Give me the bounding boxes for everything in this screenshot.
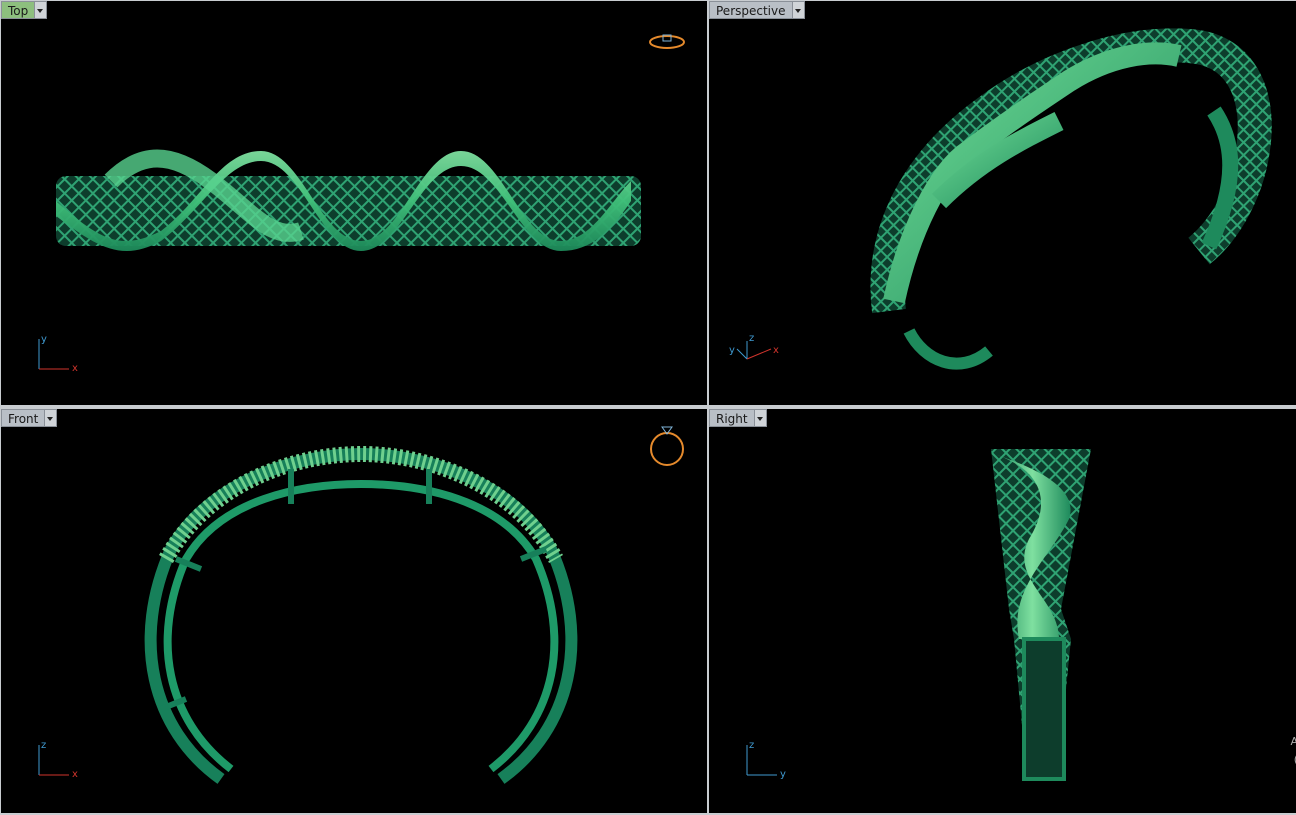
viewport-title: Front — [1, 409, 46, 427]
axis-label-a: z — [749, 333, 754, 344]
bracelet-right-model — [991, 449, 1091, 781]
viewport-menu-arrow-icon[interactable] — [35, 1, 48, 19]
viewport-menu-arrow-icon[interactable] — [754, 409, 767, 427]
axis-gizmo-icon: z y x — [729, 333, 779, 360]
axis-label-b: y — [729, 345, 735, 356]
ring-view-icon — [649, 34, 685, 49]
axis-label-a: z — [41, 740, 46, 751]
viewport-tab-perspective[interactable]: Perspective — [709, 1, 805, 19]
viewport-top[interactable]: Top y x — [1, 1, 707, 405]
viewport-tab-front[interactable]: Front — [1, 409, 58, 427]
axis-label-a: y — [41, 334, 47, 345]
axis-label-b: x — [72, 363, 78, 374]
bracelet-top-model — [56, 149, 641, 251]
clipped-edge-text: A — [1290, 735, 1296, 748]
top-view-scene: y x — [38, 34, 685, 374]
bracelet-perspective-model — [870, 28, 1272, 370]
viewport-perspective[interactable]: Perspective z y x — [709, 1, 1296, 405]
axis-gizmo-icon: z y — [746, 740, 786, 780]
right-view-scene: z y — [746, 449, 1091, 781]
viewport-front[interactable]: Front z x — [1, 409, 707, 813]
viewport-tab-right[interactable]: Right — [709, 409, 767, 427]
viewport-title: Top — [1, 1, 36, 19]
axis-gizmo-icon: y x — [38, 334, 78, 374]
viewport-right[interactable]: Right z y A ( — [709, 409, 1296, 813]
viewport-title: Right — [709, 409, 755, 427]
viewport-menu-arrow-icon[interactable] — [45, 409, 58, 427]
perspective-view-scene: z y x — [729, 28, 1272, 370]
axis-gizmo-icon: z x — [38, 740, 78, 780]
bracelet-front-model — [144, 445, 578, 784]
axis-label-b: x — [72, 769, 78, 780]
axis-label-a: z — [749, 740, 754, 751]
viewport-menu-arrow-icon[interactable] — [792, 1, 805, 19]
ring-view-icon — [650, 426, 684, 466]
front-view-scene: z x — [38, 426, 684, 784]
axis-label-b: y — [780, 769, 786, 780]
viewport-title: Perspective — [709, 1, 793, 19]
axis-label-c: x — [773, 345, 779, 356]
viewport-tab-top[interactable]: Top — [1, 1, 48, 19]
